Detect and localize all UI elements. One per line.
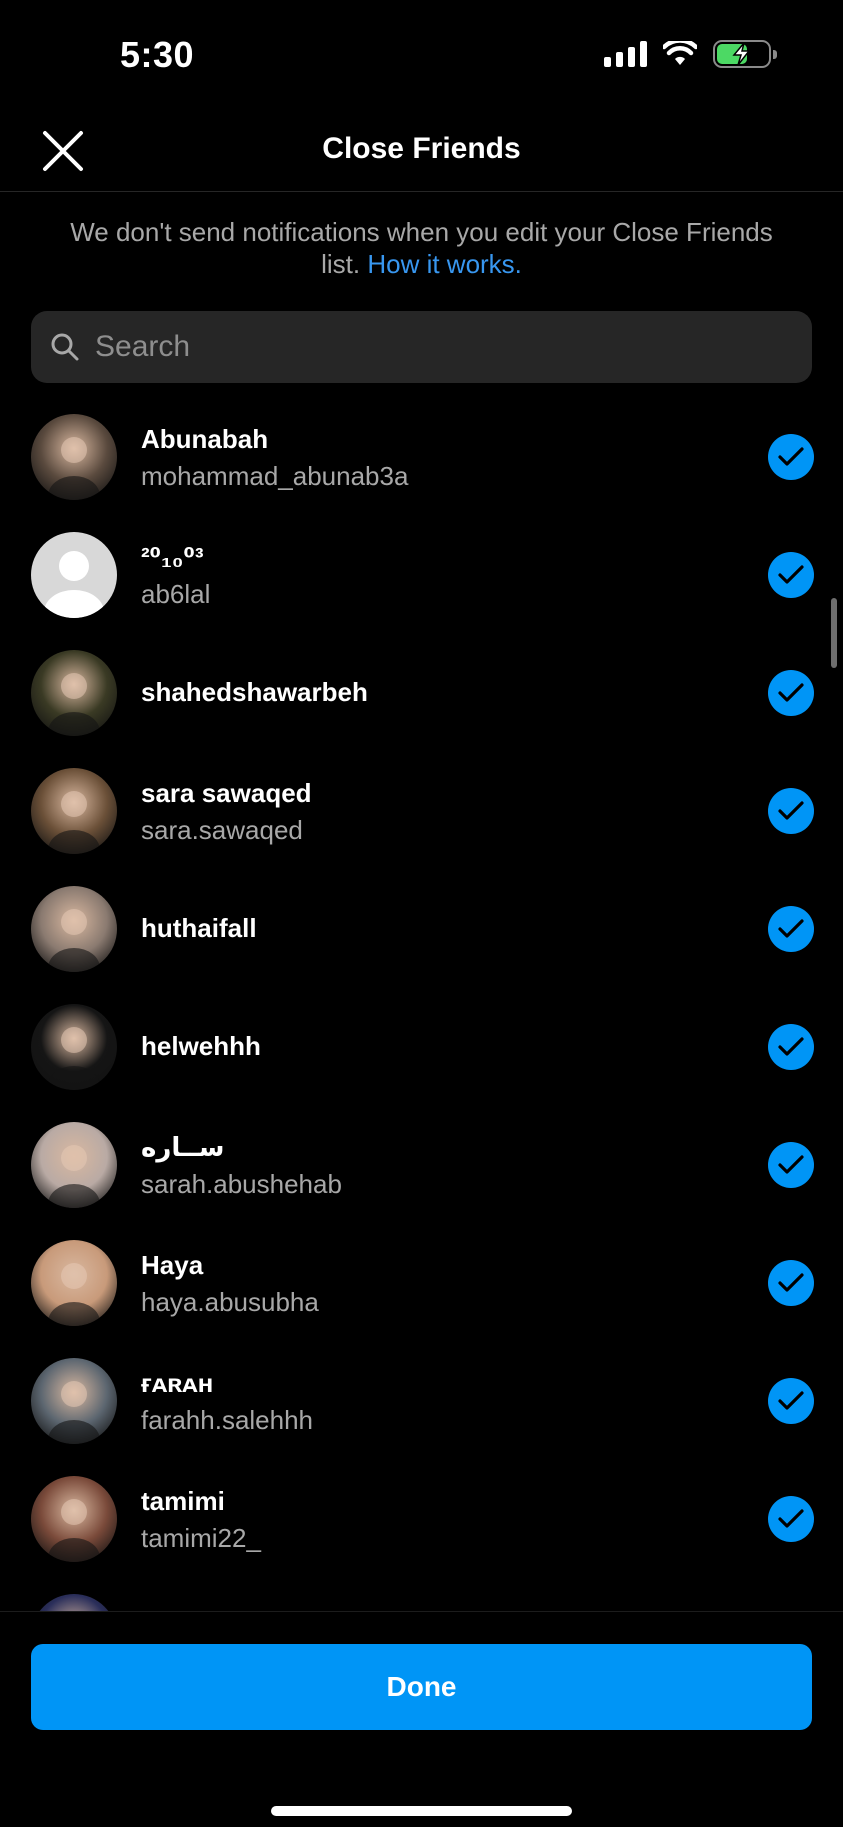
friend-name: ғᴀʀᴀʜ: [141, 1368, 214, 1398]
avatar: [31, 1594, 117, 1611]
selected-checkmark[interactable]: [768, 906, 814, 952]
home-indicator: [271, 1806, 572, 1816]
selected-checkmark[interactable]: [768, 1378, 814, 1424]
checkmark-icon: [778, 447, 804, 466]
friend-name: tamimi: [141, 1486, 225, 1516]
friend-username: ab6lal: [141, 579, 211, 609]
checkmark-icon: [778, 565, 804, 584]
friend-username: farahh.salehhh: [141, 1405, 314, 1435]
friend-name: helwehhh: [141, 1031, 261, 1061]
friend-row[interactable]: helwehhh: [0, 987, 843, 1105]
status-bar: 5:30: [0, 0, 843, 110]
selected-checkmark[interactable]: [768, 434, 814, 480]
page-title: Close Friends: [322, 132, 521, 165]
avatar: [31, 768, 117, 854]
wifi-icon: [663, 41, 697, 65]
friend-username: sarah.abushehab: [141, 1169, 342, 1199]
checkmark-icon: [778, 919, 804, 938]
friend-name: ســاره: [141, 1132, 225, 1162]
avatar: [31, 414, 117, 500]
avatar: [31, 886, 117, 972]
checkmark-icon: [778, 1273, 804, 1292]
status-icons: [604, 40, 777, 68]
footer: Done: [0, 1611, 843, 1827]
avatar: [31, 532, 117, 618]
friend-name: ²⁰₁₀⁰³: [141, 542, 204, 572]
avatar: [31, 1358, 117, 1444]
friends-list[interactable]: Abunabah mohammad_abunab3a ²⁰₁₀⁰³ ab6lal sha…: [0, 397, 843, 1611]
checkmark-icon: [778, 801, 804, 820]
checkmark-icon: [778, 1037, 804, 1056]
checkmark-icon: [778, 1155, 804, 1174]
friend-name: Abunabah: [141, 424, 269, 454]
selected-checkmark[interactable]: [768, 670, 814, 716]
search-bar[interactable]: [31, 311, 812, 383]
selected-checkmark[interactable]: [768, 1142, 814, 1188]
friend-username: haya.abusubha: [141, 1287, 319, 1317]
selected-checkmark[interactable]: [768, 1260, 814, 1306]
friend-row[interactable]: shahedshawarbeh: [0, 633, 843, 751]
friend-row[interactable]: Yasmeen Nureddin: [0, 1577, 843, 1611]
battery-charging-icon: [713, 40, 777, 68]
selected-checkmark[interactable]: [768, 788, 814, 834]
signal-icon: [604, 41, 647, 67]
avatar: [31, 1004, 117, 1090]
checkmark-icon: [778, 683, 804, 702]
scrollbar[interactable]: [831, 598, 837, 668]
friend-row[interactable]: ²⁰₁₀⁰³ ab6lal: [0, 515, 843, 633]
done-button[interactable]: Done: [31, 1644, 812, 1730]
friend-row[interactable]: ғᴀʀᴀʜ farahh.salehhh: [0, 1341, 843, 1459]
avatar: [31, 1476, 117, 1562]
status-time: 5:30: [120, 34, 195, 75]
friend-username: tamimi22_: [141, 1523, 261, 1553]
selected-checkmark[interactable]: [768, 1496, 814, 1542]
friend-row[interactable]: huthaifall: [0, 869, 843, 987]
selected-checkmark[interactable]: [768, 552, 814, 598]
friend-row[interactable]: Haya haya.abusubha: [0, 1223, 843, 1341]
friend-name: Haya: [141, 1250, 204, 1280]
friend-row[interactable]: tamimi tamimi22_: [0, 1459, 843, 1577]
search-icon: [51, 333, 79, 361]
avatar: [31, 1240, 117, 1326]
friend-name: shahedshawarbeh: [141, 677, 368, 707]
avatar: [31, 1122, 117, 1208]
friend-name: huthaifall: [141, 913, 257, 943]
friend-name: sara sawaqed: [141, 778, 312, 808]
checkmark-icon: [778, 1391, 804, 1410]
info-notice: We don't send notifications when you edi…: [60, 216, 783, 280]
avatar: [31, 650, 117, 736]
how-it-works-link[interactable]: How it works.: [367, 249, 522, 279]
search-input[interactable]: [95, 330, 775, 364]
friend-username: sara.sawaqed: [141, 815, 303, 845]
friend-row[interactable]: Abunabah mohammad_abunab3a: [0, 397, 843, 515]
header: Close Friends: [0, 110, 843, 192]
checkmark-icon: [778, 1509, 804, 1528]
friend-row[interactable]: sara sawaqed sara.sawaqed: [0, 751, 843, 869]
selected-checkmark[interactable]: [768, 1024, 814, 1070]
friend-username: mohammad_abunab3a: [141, 461, 409, 491]
friend-row[interactable]: ســاره sarah.abushehab: [0, 1105, 843, 1223]
